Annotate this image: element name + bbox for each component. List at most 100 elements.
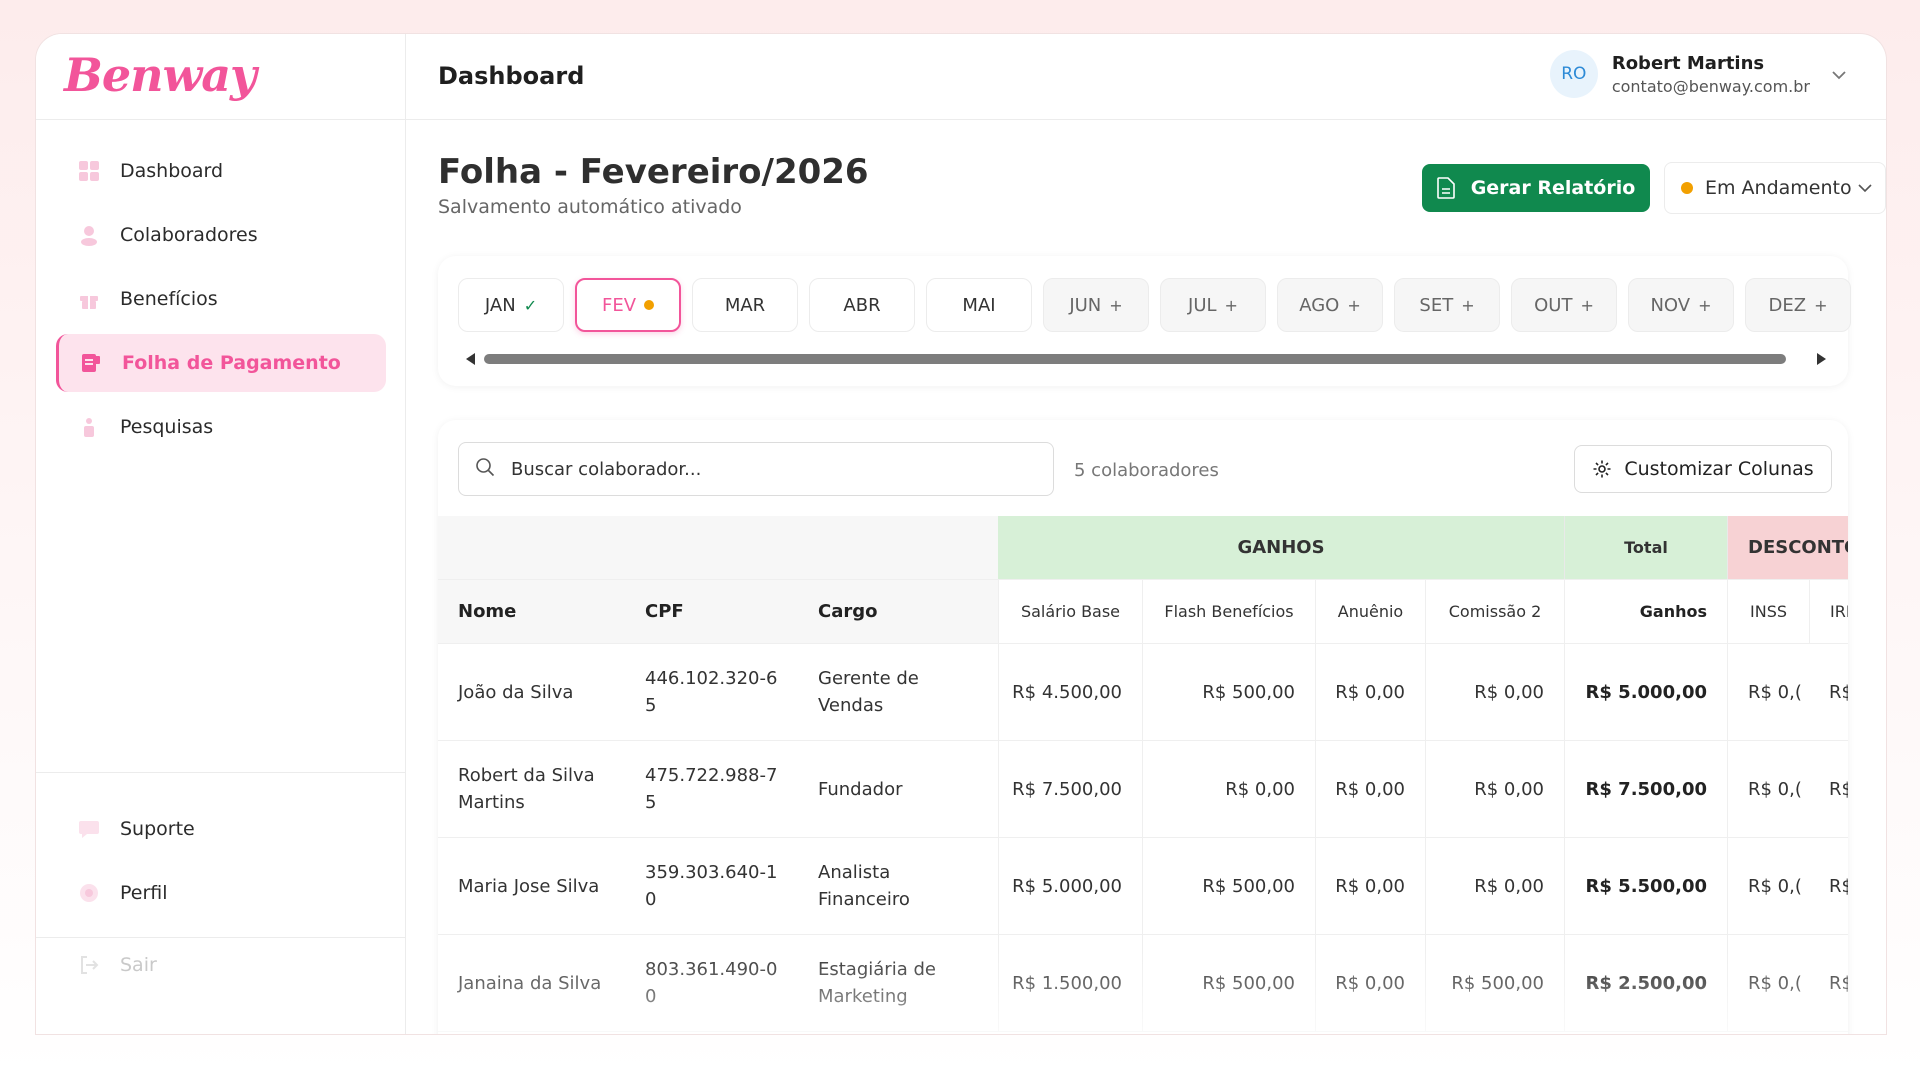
cell-nome: Janaina da Silva — [458, 972, 602, 994]
employee-count: 5 colaboradores — [1074, 460, 1219, 481]
generate-report-label: Gerar Relatório — [1470, 177, 1636, 199]
cell-ganhos: R$ 2.500,00 — [1564, 935, 1727, 1031]
month-tab-set[interactable]: SET + — [1394, 278, 1500, 332]
cell-anuenio: R$ 0,00 — [1315, 935, 1425, 1031]
month-tab-jan[interactable]: JAN ✓ — [458, 278, 564, 332]
col-header-cargo[interactable]: Cargo — [798, 580, 998, 643]
document-icon — [1436, 177, 1455, 199]
cell-salario-base: R$ 4.500,00 — [998, 644, 1142, 740]
month-tab-dez[interactable]: DEZ + — [1745, 278, 1851, 332]
divider — [36, 119, 405, 120]
month-tab-ago[interactable]: AGO + — [1277, 278, 1383, 332]
autosave-status: Salvamento automático ativado — [438, 196, 742, 218]
table-row[interactable]: Janaina da Silva 803.361.490-00 Estagiária… — [438, 935, 1848, 1032]
table-row[interactable]: Robert da Silva Martins 475.722.988-75 Fun… — [438, 741, 1848, 838]
table-body: João da Silva 446.102.320-65 Gerente de Ve… — [438, 644, 1848, 1032]
cell-ganhos: R$ 7.500,00 — [1564, 741, 1727, 837]
scroll-right-icon[interactable] — [1817, 353, 1826, 365]
status-dropdown[interactable]: Em Andamento — [1664, 162, 1886, 214]
sidebar-item-suporte[interactable]: Suporte — [56, 800, 386, 858]
month-scrollbar[interactable] — [466, 352, 1826, 366]
user-email: contato@benway.com.br — [1611, 76, 1810, 96]
cell-cargo: Fundador — [818, 778, 903, 800]
plus-icon: + — [1461, 295, 1475, 315]
month-tab-out[interactable]: OUT + — [1511, 278, 1617, 332]
cell-ganhos: R$ 5.500,00 — [1564, 838, 1727, 934]
col-header-salario-base[interactable]: Salário Base — [998, 580, 1142, 643]
plus-icon: + — [1347, 295, 1361, 315]
cell-anuenio: R$ 0,00 — [1315, 644, 1425, 740]
customize-columns-button[interactable]: Customizar Colunas — [1574, 445, 1832, 493]
month-tab-label: SET — [1419, 294, 1454, 316]
plus-icon: + — [1224, 295, 1238, 315]
scroll-thumb[interactable] — [484, 354, 1786, 364]
col-header-anuenio[interactable]: Anuênio — [1315, 580, 1425, 643]
sidebar-item-colaboradores[interactable]: Colaboradores — [56, 206, 386, 264]
search-box[interactable] — [458, 442, 1054, 496]
month-tab-label: JUL — [1188, 294, 1217, 316]
month-tab-fev[interactable]: FEV — [575, 278, 681, 332]
month-tab-jun[interactable]: JUN + — [1043, 278, 1149, 332]
logout-label: Sair — [120, 954, 157, 976]
logout-button[interactable]: Sair — [78, 954, 157, 976]
group-total: Total — [1564, 516, 1727, 579]
plus-icon: + — [1814, 295, 1828, 315]
sidebar-nav: Dashboard Colaboradores Benefícios Folha… — [56, 142, 386, 462]
cell-flash-beneficios: R$ 500,00 — [1142, 935, 1315, 1031]
status-dot — [1681, 182, 1693, 194]
month-tab-label: OUT — [1534, 294, 1573, 316]
cell-anuenio: R$ 0,00 — [1315, 741, 1425, 837]
cell-salario-base: R$ 5.000,00 — [998, 838, 1142, 934]
scroll-left-icon[interactable] — [466, 353, 475, 365]
table-row[interactable]: João da Silva 446.102.320-65 Gerente de Ve… — [438, 644, 1848, 741]
col-header-ganhos[interactable]: Ganhos — [1564, 580, 1727, 643]
col-header-flash-beneficios[interactable]: Flash Benefícios — [1142, 580, 1315, 643]
month-tab-abr[interactable]: ABR — [809, 278, 915, 332]
cell-cpf: 803.361.490-00 — [645, 959, 778, 1007]
col-header-inss[interactable]: INSS — [1727, 580, 1809, 643]
in-progress-dot-icon — [644, 300, 655, 310]
cell-anuenio: R$ 0,00 — [1315, 838, 1425, 934]
group-descontos: DESCONTO — [1727, 516, 1848, 579]
payroll-table: GANHOS Total DESCONTO Nome CPF Cargo Sal… — [438, 516, 1848, 1032]
column-header-row: Nome CPF Cargo Salário Base Flash Benefí… — [438, 580, 1848, 644]
cell-irf: R$ — [1829, 972, 1848, 994]
plus-icon: + — [1580, 295, 1594, 315]
group-ganhos: GANHOS — [998, 516, 1564, 579]
search-input[interactable] — [511, 458, 1031, 480]
status-label: Em Andamento — [1705, 177, 1852, 199]
month-tab-mar[interactable]: MAR — [692, 278, 798, 332]
payroll-icon — [80, 352, 102, 374]
month-tab-label: NOV — [1650, 294, 1691, 316]
sidebar-item-dashboard[interactable]: Dashboard — [56, 142, 386, 200]
payroll-table-card: 5 colaboradores Customizar Colunas GANHO… — [438, 420, 1848, 1034]
benway-logo: Benway — [64, 48, 257, 102]
table-row[interactable]: Maria Jose Silva 359.303.640-10 Analista F… — [438, 838, 1848, 935]
sidebar-item-perfil[interactable]: Perfil — [56, 864, 386, 922]
month-selector: JAN ✓ FEV MAR ABR MAI JUN + JUL + AGO + SET + OUT + NOV +… — [438, 256, 1851, 386]
month-tab-jul[interactable]: JUL + — [1160, 278, 1266, 332]
cell-cargo: Analista Financeiro — [818, 862, 910, 910]
col-header-nome[interactable]: Nome — [438, 580, 625, 643]
col-header-cpf[interactable]: CPF — [625, 580, 798, 643]
sidebar-item-folha-de-pagamento[interactable]: Folha de Pagamento — [56, 334, 386, 392]
cell-inss: R$ 0,( — [1727, 935, 1809, 1031]
cell-inss: R$ 0,( — [1727, 644, 1809, 740]
sidebar-item-beneficios[interactable]: Benefícios — [56, 270, 386, 328]
chevron-down-icon[interactable] — [1832, 65, 1846, 84]
user-info: Robert Martins contato@benway.com.br — [1612, 53, 1810, 96]
sidebar-item-pesquisas[interactable]: Pesquisas — [56, 398, 386, 456]
gift-icon — [78, 288, 100, 310]
topbar-title: Dashboard — [438, 62, 585, 90]
user-menu[interactable]: RO Robert Martins contato@benway.com.br — [1549, 50, 1846, 98]
month-tab-nov[interactable]: NOV + — [1628, 278, 1734, 332]
cell-irf: R$ — [1829, 875, 1848, 897]
col-header-comissao-2[interactable]: Comissão 2 — [1425, 580, 1564, 643]
cell-inss: R$ 0,( — [1727, 741, 1809, 837]
col-header-irf[interactable]: IRF — [1809, 580, 1848, 643]
chat-icon — [78, 818, 100, 840]
generate-report-button[interactable]: Gerar Relatório — [1422, 164, 1650, 212]
cell-comissao-2: R$ 0,00 — [1425, 644, 1564, 740]
cell-flash-beneficios: R$ 500,00 — [1142, 838, 1315, 934]
month-tab-mai[interactable]: MAI — [926, 278, 1032, 332]
